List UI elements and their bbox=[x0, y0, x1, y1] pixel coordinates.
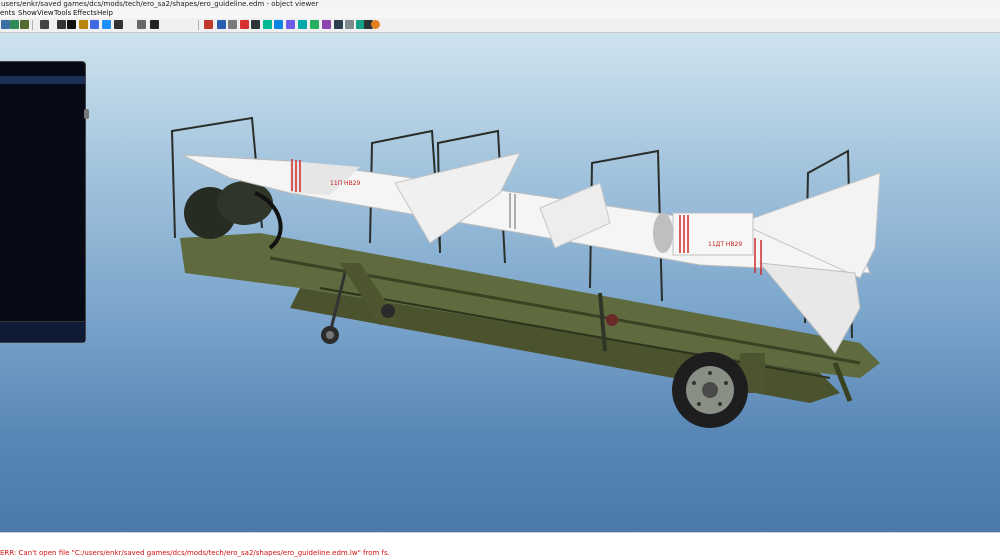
eye-icon[interactable] bbox=[150, 20, 159, 29]
wire-icon[interactable] bbox=[274, 20, 283, 29]
lamp-icon[interactable] bbox=[79, 20, 88, 29]
trailer-wheel bbox=[672, 352, 765, 428]
menu-item-elements[interactable]: ents bbox=[0, 9, 15, 18]
grid-toggle-icon[interactable] bbox=[310, 20, 319, 29]
normal-icon[interactable] bbox=[286, 20, 295, 29]
status-bar: ERR: Can't open file "C:/users/enkr/save… bbox=[0, 532, 1000, 559]
cube-icon[interactable] bbox=[240, 20, 249, 29]
person-icon[interactable] bbox=[102, 20, 111, 29]
menu-item-view[interactable]: View bbox=[37, 9, 54, 18]
status-error-message: ERR: Can't open file "C:/users/enkr/save… bbox=[0, 549, 390, 557]
missile-marking-rear: 11ДТ НВ29 bbox=[708, 241, 742, 248]
node-icon[interactable] bbox=[40, 20, 49, 29]
texture-icon[interactable] bbox=[263, 20, 272, 29]
grid-icon[interactable] bbox=[1, 20, 10, 29]
missile-marking-front: 11П НВ29 bbox=[330, 180, 360, 187]
black-square-icon[interactable] bbox=[67, 20, 76, 29]
sun-icon[interactable] bbox=[371, 20, 380, 29]
chart-icon[interactable] bbox=[204, 20, 213, 29]
layers-icon[interactable] bbox=[20, 20, 29, 29]
menu-item-tools[interactable]: Tools bbox=[54, 9, 71, 18]
bones-icon[interactable] bbox=[345, 20, 354, 29]
menu-bar: ents Show View Tools Effects Help bbox=[0, 9, 1000, 18]
cube-shaded-icon[interactable] bbox=[251, 20, 260, 29]
matrix-icon[interactable] bbox=[322, 20, 331, 29]
menu-item-help[interactable]: Help bbox=[97, 9, 113, 18]
light-icon[interactable] bbox=[114, 20, 123, 29]
arrow-icon[interactable] bbox=[334, 20, 343, 29]
window-title: users/enkr/saved games/dcs/mods/tech/ero… bbox=[1, 0, 319, 8]
toolbar-separator bbox=[32, 20, 33, 30]
toolbar-separator bbox=[198, 20, 199, 30]
menu-item-effects[interactable]: Effects bbox=[73, 9, 97, 18]
launcher-model: 11П НВ29 11ДТ НВ29 bbox=[170, 116, 881, 428]
funnel-icon[interactable] bbox=[90, 20, 99, 29]
toolbar bbox=[0, 18, 1000, 33]
points-icon[interactable] bbox=[298, 20, 307, 29]
material-icon[interactable] bbox=[228, 20, 237, 29]
list-icon[interactable] bbox=[217, 20, 226, 29]
table-icon[interactable] bbox=[10, 20, 19, 29]
dot-icon[interactable] bbox=[137, 20, 146, 29]
plus-icon[interactable] bbox=[57, 20, 66, 29]
menu-item-show[interactable]: Show bbox=[18, 9, 37, 18]
3d-viewport[interactable]: 11П НВ29 11ДТ НВ29 bbox=[0, 33, 1000, 532]
